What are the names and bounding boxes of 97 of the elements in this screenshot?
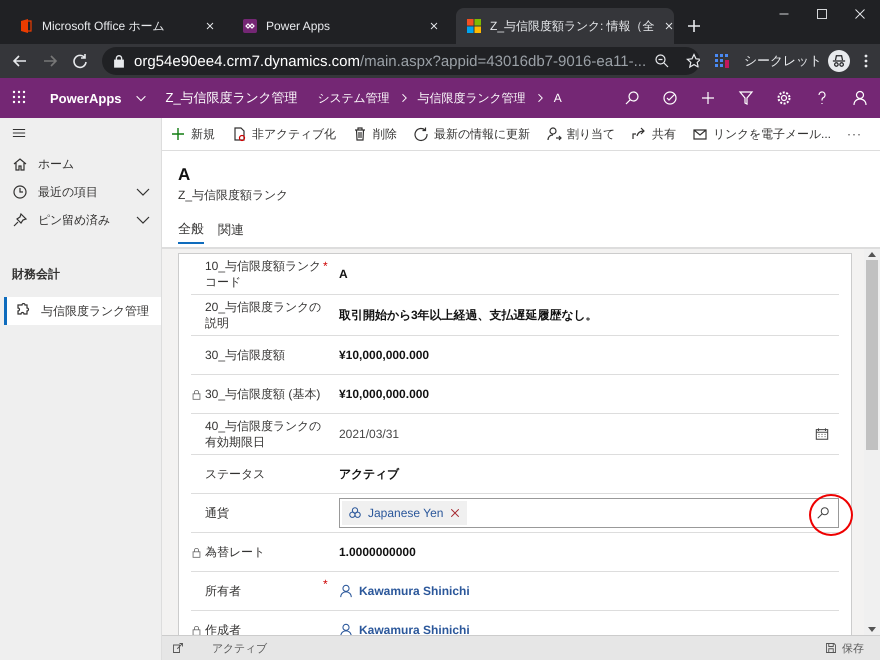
command-button[interactable]: 割り当て [546, 126, 615, 142]
required-mark: * [323, 577, 328, 591]
app-launcher-icon [12, 90, 28, 106]
maximize-icon [816, 8, 828, 20]
plus-icon [700, 90, 716, 106]
plus-icon [170, 126, 186, 142]
command-button[interactable]: 新規 [170, 126, 215, 142]
close-icon [428, 20, 440, 32]
search-icon [624, 90, 640, 106]
command-button[interactable]: 削除 [352, 126, 397, 142]
scrollbar[interactable] [864, 249, 880, 635]
sidebar-item[interactable]: 与信限度ランク管理 [4, 297, 161, 325]
menu-dots-icon[interactable] [864, 54, 868, 68]
field-value: ¥10,000,000.000 [339, 348, 430, 362]
remove-icon [449, 507, 462, 519]
field-value: 1.0000000000 [339, 545, 416, 559]
close-icon [204, 20, 216, 32]
field-label: 10_与信限度額ランクコード [205, 258, 322, 291]
lookup-tag[interactable]: Japanese Yen [342, 501, 468, 525]
browser-tab[interactable]: Z_与信限度額ランク: 情報（全 [456, 8, 674, 44]
field-value: ¥10,000,000.000 [339, 387, 430, 401]
incognito-label: シークレット [744, 52, 822, 70]
lock-icon [191, 546, 202, 558]
person-icon [339, 584, 353, 598]
zoom-out-icon [654, 53, 670, 69]
field-label: 所有者 [205, 583, 242, 600]
save-icon [825, 642, 837, 654]
user-link[interactable]: Kawamura Shinichi [339, 584, 470, 598]
field-value: A [339, 267, 348, 281]
app-name[interactable]: Z_与信限度ランク管理 [166, 89, 298, 107]
menu-icon [12, 126, 26, 140]
more-commands-button[interactable]: ··· [847, 127, 862, 141]
field-label: 30_与信限度額 (基本) [205, 386, 322, 403]
home-icon [12, 156, 28, 172]
trash-icon [352, 126, 368, 142]
share-icon [631, 126, 647, 142]
breadcrumb-link[interactable]: システム管理 [318, 90, 390, 106]
field-label: 40_与信限度ランクの有効期限日 [205, 418, 322, 451]
lock-icon [112, 54, 126, 68]
command-button[interactable]: 非アクティブ化 [231, 126, 336, 142]
field-label: 20_与信限度ランクの説明 [205, 299, 322, 332]
app-logo-icon [242, 18, 258, 34]
lookup-field[interactable]: Japanese Yen [339, 498, 839, 528]
search-icon [816, 506, 830, 520]
brand-name[interactable]: PowerApps [50, 90, 122, 106]
entity-name: Z_与信限度額ランク [178, 187, 290, 204]
person-icon [339, 623, 353, 635]
filter-icon [738, 90, 754, 106]
user-link[interactable]: Kawamura Shinichi [339, 623, 470, 635]
field-label: 為替レート [205, 544, 266, 561]
command-button[interactable]: リンクを電子メール... [692, 126, 832, 142]
check-circle-icon [662, 90, 678, 106]
required-mark: * [323, 259, 328, 273]
sidebar-item[interactable]: ホーム [0, 150, 161, 178]
command-button[interactable]: 共有 [631, 126, 676, 142]
extension-grid-icon [714, 53, 730, 69]
breadcrumb-link[interactable]: 与信限度ランク管理 [418, 90, 526, 106]
pin-icon [12, 212, 28, 228]
browser-tab[interactable]: Microsoft Office ホーム [8, 8, 226, 44]
sidebar-item[interactable]: ピン留め済み [0, 206, 161, 234]
address-bar[interactable]: org54e90ee4.crm7.dynamics.com/main.aspx?appid=43016db7-9016-ea11-... [102, 47, 700, 75]
field-value: 2021/03/31 [339, 427, 400, 441]
field-label: 30_与信限度額 [205, 347, 286, 364]
lock-icon [191, 388, 202, 400]
highlight-circle [809, 494, 853, 536]
field-value: 取引開始から3年以上経過、支払遅延履歴なし。 [339, 306, 598, 324]
form-tab[interactable]: 関連 [218, 220, 244, 244]
person-icon [852, 90, 868, 106]
calendar-icon [815, 427, 829, 441]
incognito-icon[interactable] [828, 50, 850, 72]
star-icon [686, 53, 700, 69]
save-button[interactable]: 保存 [819, 640, 870, 656]
sidebar-item[interactable]: 最近の項目 [0, 178, 161, 206]
command-button[interactable]: 最新の情報に更新 [413, 126, 530, 142]
field-label: 通貨 [205, 505, 230, 522]
record-title: A [178, 165, 192, 185]
sidebar-section-title: 財務会計 [12, 266, 61, 283]
field-value: アクティブ [339, 466, 399, 482]
close-icon [662, 20, 675, 32]
field-label: ステータス [205, 466, 266, 483]
popout-icon [172, 642, 184, 654]
scroll-down-icon[interactable] [868, 627, 876, 632]
forward-icon [42, 53, 58, 69]
form-tab[interactable]: 全般 [178, 220, 204, 244]
browser-tab[interactable]: Power Apps [232, 8, 450, 44]
close-icon [854, 8, 866, 20]
breadcrumb-link[interactable]: A [554, 91, 562, 105]
scroll-up-icon[interactable] [868, 252, 876, 257]
reload-icon [72, 53, 88, 69]
currency-icon [348, 506, 362, 520]
settings-icon [776, 90, 792, 106]
record-status: アクティブ [212, 642, 267, 656]
clock-icon [12, 184, 28, 200]
back-icon [12, 53, 28, 69]
new-tab-icon [686, 18, 702, 34]
person-assign-icon [546, 126, 562, 142]
refresh-icon [413, 126, 429, 142]
